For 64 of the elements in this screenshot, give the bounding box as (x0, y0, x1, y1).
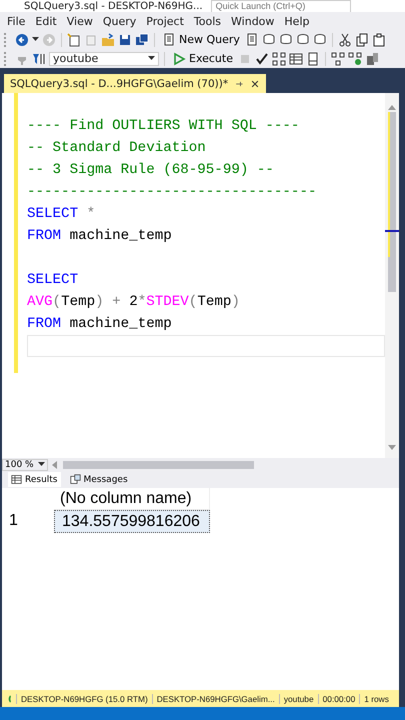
save-icon[interactable] (118, 32, 132, 46)
window-title: SQLQuery3.sql - DESKTOP-N69HG... (24, 0, 203, 12)
menu-item[interactable]: Tools (188, 14, 226, 28)
code-line: SELECT (27, 271, 80, 290)
diagram-icon[interactable] (272, 52, 286, 66)
database-icon[interactable] (278, 32, 293, 46)
status-text: DESKTOP-N69HGFG\Gaelim... (152, 694, 279, 704)
play-icon[interactable] (172, 52, 186, 66)
results-tab[interactable]: Messages (66, 472, 131, 487)
code-line: AVG(Temp) + 2*STDEV(Temp) (27, 293, 241, 312)
code-line: ---- Find OUTLIERS WITH SQL ---- (27, 117, 300, 136)
status-text: 1 rows (359, 694, 393, 704)
code-line: -- 3 Sigma Rule (68-95-99) -- (27, 161, 275, 180)
database-dropdown[interactable]: youtube (49, 52, 159, 66)
menu-item[interactable]: View (62, 14, 98, 28)
close-icon[interactable] (250, 78, 260, 88)
message-icon[interactable] (70, 474, 80, 485)
dropdown-caret-icon[interactable] (38, 462, 45, 467)
status-text: 00:00:00 (318, 694, 360, 704)
checkmark-icon[interactable] (255, 52, 269, 66)
menu-item[interactable]: Help (279, 14, 314, 28)
code-line: FROM machine_temp (27, 227, 173, 246)
file-icon[interactable] (306, 52, 320, 66)
status-text: DESKTOP-N69HGFG (15.0 RTM) (16, 694, 152, 704)
execute-button[interactable]: Execute (170, 52, 235, 66)
filter-icon[interactable] (32, 52, 46, 66)
scroll-up-arrow-icon[interactable] (388, 105, 396, 110)
clipboard-icon[interactable] (372, 32, 386, 46)
status-text: youtube (278, 694, 318, 704)
document-tab[interactable]: SQLQuery3.sql - D...9HGFG\Gaelim (70))* (4, 74, 266, 93)
folder-icon[interactable] (101, 32, 115, 46)
scissors-icon[interactable] (338, 32, 352, 46)
menu-item[interactable]: File (2, 14, 30, 28)
code-line: -- Standard Deviation (27, 139, 207, 158)
database-icon[interactable] (262, 32, 276, 46)
grid-icon[interactable] (11, 474, 22, 485)
code-line: FROM machine_temp (27, 315, 173, 334)
menu-item[interactable]: Edit (30, 14, 62, 28)
diagram-icon[interactable] (348, 52, 362, 66)
database-icon[interactable] (296, 32, 310, 46)
diagram-icon[interactable] (331, 52, 345, 66)
zoom-dropdown[interactable]: 100 % (2, 458, 48, 470)
database-icon[interactable] (312, 32, 327, 46)
dropdown-caret-icon[interactable] (148, 56, 155, 61)
quick-launch-field[interactable]: Quick Launch (Ctrl+Q) (210, 0, 351, 12)
menu-item[interactable]: Window (226, 14, 280, 28)
save-all-icon[interactable] (135, 32, 149, 46)
copy-icon[interactable] (354, 32, 369, 46)
results-tab[interactable]: Results (8, 472, 60, 487)
column-header: (No column name) (54, 488, 210, 510)
scroll-down-arrow-icon[interactable] (388, 445, 396, 450)
grid-icon[interactable] (289, 52, 303, 66)
new-query-button[interactable]: New Query (160, 32, 242, 46)
row-number: 1 (8, 511, 19, 531)
menu-item[interactable]: Query (98, 14, 142, 28)
document-icon[interactable] (162, 32, 176, 46)
new-item-icon[interactable] (67, 32, 81, 46)
table-cell[interactable]: 134.557599816206 (54, 510, 210, 533)
vertical-scrollbar[interactable] (385, 93, 399, 458)
code-line: SELECT * (27, 205, 96, 224)
document-icon[interactable] (244, 32, 259, 46)
menu-item[interactable]: Project (141, 14, 189, 28)
dropdown-caret-icon[interactable] (32, 37, 39, 42)
code-line: ---------------------------------- (27, 183, 318, 202)
